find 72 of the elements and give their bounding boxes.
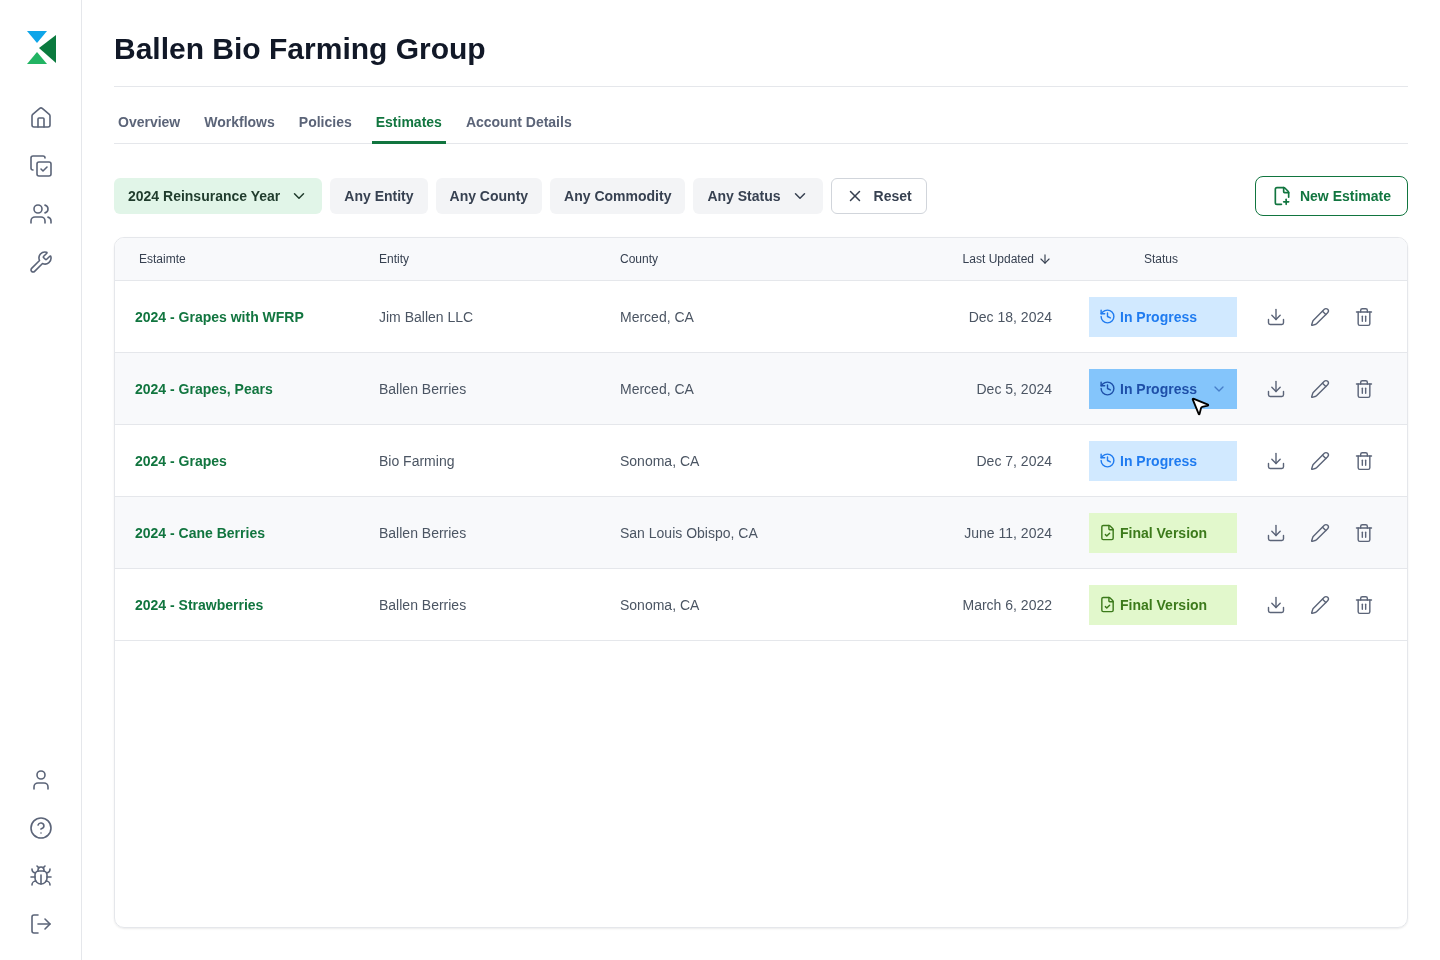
edit-icon[interactable] — [1310, 306, 1330, 327]
column-header: Status — [1143, 252, 1180, 266]
status-badge[interactable]: In Progress — [1089, 296, 1237, 337]
table-cell-text: March 6, 2022 — [961, 596, 1053, 613]
delete-icon[interactable] — [1354, 594, 1374, 615]
page-title: Ballen Bio Farming Group — [114, 32, 1408, 87]
help-icon[interactable] — [28, 816, 53, 840]
column-header: County — [619, 252, 660, 266]
tab[interactable]: Policies — [294, 105, 356, 144]
download-icon[interactable] — [1266, 594, 1286, 615]
estimate-link[interactable]: 2024 - Grapes — [115, 452, 359, 469]
edit-icon[interactable] — [1310, 594, 1330, 615]
filter-dropdown[interactable]: 2024 Reinsurance Year — [114, 178, 323, 214]
table-cell-text: Merced, CA — [619, 380, 695, 397]
logo-icon — [24, 30, 57, 66]
filter-dropdown[interactable]: Any Status — [693, 178, 823, 214]
download-icon[interactable] — [1266, 306, 1286, 327]
estimate-link[interactable]: 2024 - Grapes, Pears — [115, 380, 359, 397]
edit-icon[interactable] — [1310, 522, 1330, 543]
clock-icon — [1099, 380, 1116, 397]
tab[interactable]: Workflows — [200, 105, 279, 144]
file-check-icon — [1099, 596, 1116, 613]
table-cell-text: Dec 18, 2024 — [967, 308, 1053, 325]
filter-dropdown[interactable]: Any County — [435, 178, 543, 214]
tab[interactable]: Overview — [114, 105, 185, 144]
table-cell-text: Ballen Berries — [378, 524, 468, 541]
delete-icon[interactable] — [1354, 522, 1374, 543]
clock-icon — [1099, 308, 1116, 325]
column-header: Estaimte — [138, 252, 187, 266]
table-cell-text: Bio Farming — [378, 452, 456, 469]
clock-icon — [1099, 452, 1116, 469]
table-cell-text: Ballen Berries — [378, 596, 468, 613]
column-header: Entity — [378, 252, 410, 266]
table-cell-text: Merced, CA — [619, 308, 695, 325]
download-icon[interactable] — [1266, 522, 1286, 543]
status-badge[interactable]: In Progress — [1089, 368, 1237, 409]
file-check-icon — [1099, 524, 1116, 541]
home-icon[interactable] — [28, 106, 53, 130]
tools-icon[interactable] — [28, 250, 53, 274]
filter-dropdown[interactable]: Any Commodity — [550, 178, 686, 214]
tasks-icon[interactable] — [28, 154, 53, 178]
status-badge[interactable]: Final Version — [1089, 512, 1237, 553]
table-cell-text: Sonoma, CA — [619, 596, 701, 613]
delete-icon[interactable] — [1354, 378, 1374, 399]
status-badge[interactable]: Final Version — [1089, 584, 1237, 625]
status-badge[interactable]: In Progress — [1089, 440, 1237, 481]
download-icon[interactable] — [1266, 378, 1286, 399]
sort-icon — [1038, 252, 1052, 266]
table-cell-text: Sonoma, CA — [619, 452, 701, 469]
table-cell-text: Jim Ballen LLC — [378, 308, 475, 325]
table-cell-text: Dec 5, 2024 — [975, 380, 1053, 397]
filter-dropdown[interactable]: Any Entity — [330, 178, 428, 214]
bug-icon[interactable] — [28, 864, 53, 888]
estimate-link[interactable]: 2024 - Strawberries — [115, 596, 359, 613]
table-cell-text: Ballen Berries — [378, 380, 468, 397]
edit-icon[interactable] — [1310, 450, 1330, 471]
table-cell-text: June 11, 2024 — [963, 524, 1053, 541]
estimate-link[interactable]: 2024 - Cane Berries — [115, 524, 359, 541]
delete-icon[interactable] — [1354, 450, 1374, 471]
edit-icon[interactable] — [1310, 378, 1330, 399]
table-cell-text: Dec 7, 2024 — [975, 452, 1053, 469]
tab[interactable]: Account Details — [461, 105, 576, 144]
delete-icon[interactable] — [1354, 306, 1374, 327]
download-icon[interactable] — [1266, 450, 1286, 471]
table-cell-text: San Louis Obispo, CA — [619, 524, 759, 541]
column-header[interactable]: Last Updated — [962, 252, 1034, 266]
reset-button[interactable]: Reset — [830, 178, 927, 214]
new-estimate-button[interactable]: New Estimate — [1254, 176, 1408, 216]
estimate-link[interactable]: 2024 - Grapes with WFRP — [115, 308, 359, 325]
users-icon[interactable] — [28, 202, 53, 226]
logout-icon[interactable] — [28, 912, 53, 936]
tab[interactable]: Estimates — [371, 105, 446, 144]
